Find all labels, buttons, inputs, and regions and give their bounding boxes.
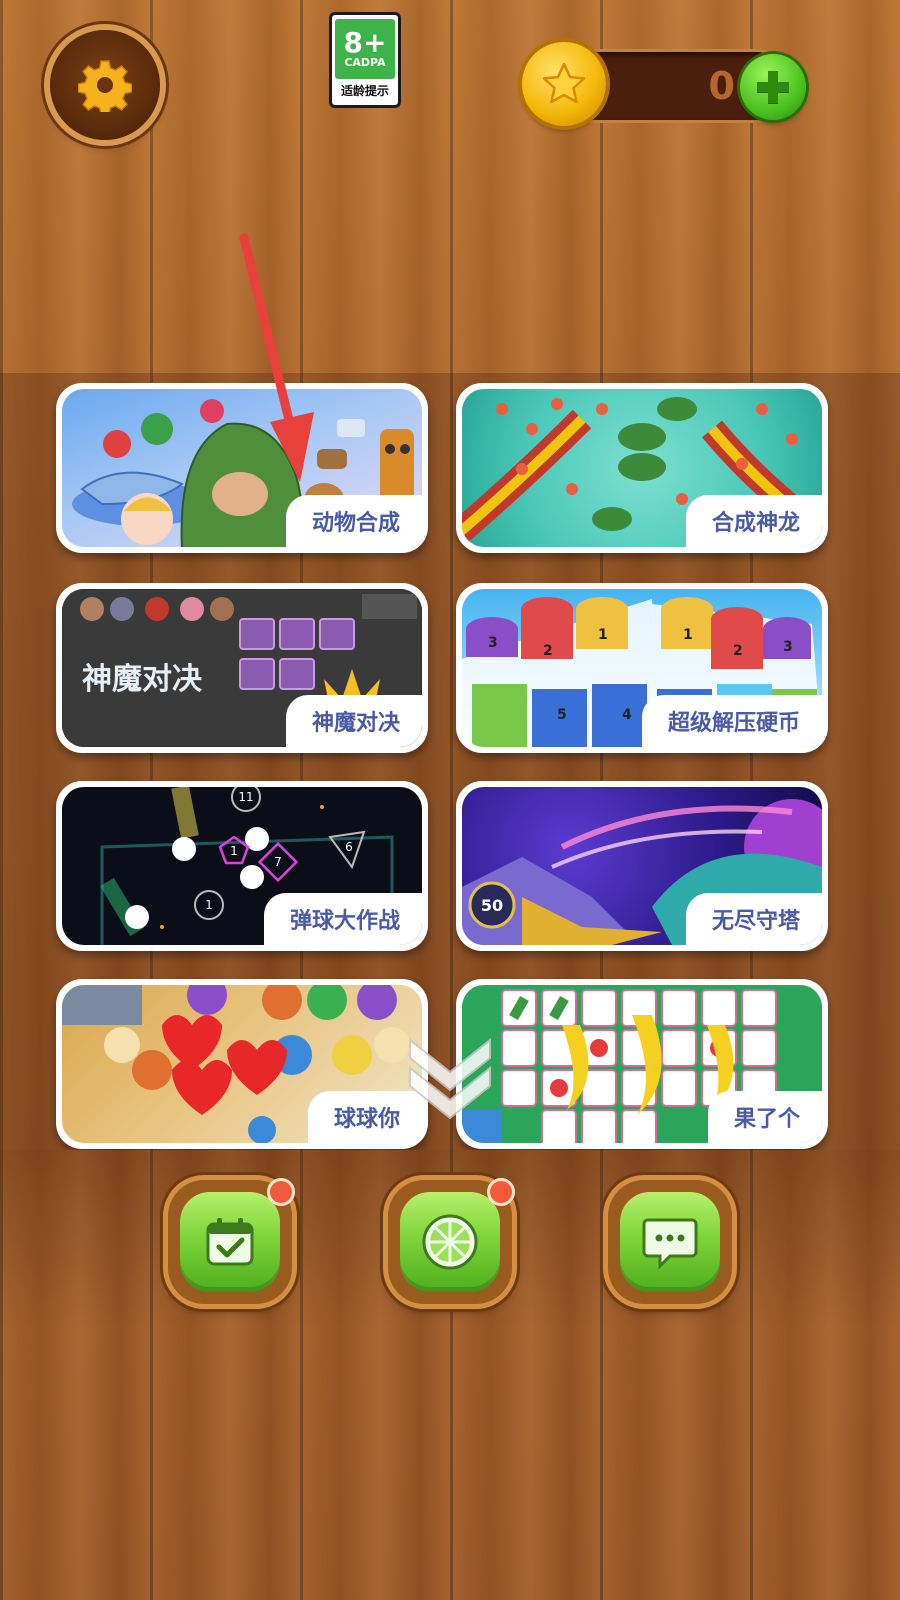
coin-num: 5 (557, 707, 567, 723)
age-rating-box: 8+ CADPA (335, 19, 395, 79)
game-card-dragon-merge[interactable]: 合成神龙 (456, 383, 828, 553)
calendar-check-icon (206, 1218, 254, 1266)
pointer-arrow (239, 233, 314, 482)
game-title: 无尽守塔 (685, 893, 822, 945)
notification-dot (487, 1178, 515, 1206)
age-rating-badge[interactable]: 8+ CADPA 适龄提示 (329, 12, 401, 108)
game-title: 超级解压硬币 (641, 695, 822, 747)
ball-number: 7 (274, 855, 282, 869)
game-card-pinball[interactable]: 11 7 1 6 1 弹球大作战 (56, 781, 428, 951)
settings-button[interactable] (50, 30, 160, 140)
game-card-ball-game[interactable]: 球球你 (56, 979, 428, 1149)
game-card-fruit-match[interactable]: 果了个 (456, 979, 828, 1149)
game-title: 动物合成 (285, 495, 422, 547)
star-icon (542, 62, 586, 104)
tower-level-number: 50 (481, 896, 503, 915)
messages-button[interactable] (608, 1180, 732, 1304)
lime-slice-icon (422, 1214, 478, 1270)
coin-num: 1 (683, 627, 693, 643)
gear-icon (78, 60, 132, 112)
scroll-down-chevron-icon[interactable] (400, 1020, 500, 1120)
notification-dot (267, 1178, 295, 1206)
ball-number: 11 (238, 790, 253, 804)
coin-num: 3 (488, 635, 498, 651)
star-coin-icon (522, 42, 606, 126)
add-coins-button[interactable] (740, 54, 806, 120)
game-title: 果了个 (707, 1091, 822, 1143)
game-card-gods-duel[interactable]: 神魔对决 神魔对决 (56, 583, 428, 753)
game-card-endless-tower[interactable]: 50 无尽守塔 (456, 781, 828, 951)
age-rating-org: CADPA (344, 56, 386, 69)
ball-number: 1 (230, 844, 238, 858)
game-card-super-coin[interactable]: 3 2 1 1 2 3 5 4 超级解压硬币 (456, 583, 828, 753)
ball-number: 1 (205, 898, 213, 912)
coin-num: 2 (543, 643, 553, 659)
game-title: 神魔对决 (285, 695, 422, 747)
ball-number: 6 (345, 840, 353, 854)
game-title: 弹球大作战 (263, 893, 422, 945)
coin-num: 2 (733, 643, 743, 659)
plus-icon (757, 71, 789, 104)
art-title-text: 神魔对决 (82, 662, 202, 697)
age-rating-hint: 适龄提示 (340, 84, 389, 98)
chat-bubble-icon (642, 1218, 698, 1270)
coin-num: 1 (598, 627, 608, 643)
coin-num: 4 (622, 707, 632, 723)
game-title: 合成神龙 (685, 495, 822, 547)
age-rating-value: 8+ (343, 26, 387, 59)
coin-num: 3 (783, 639, 793, 655)
coin-count: 0 (708, 64, 735, 108)
